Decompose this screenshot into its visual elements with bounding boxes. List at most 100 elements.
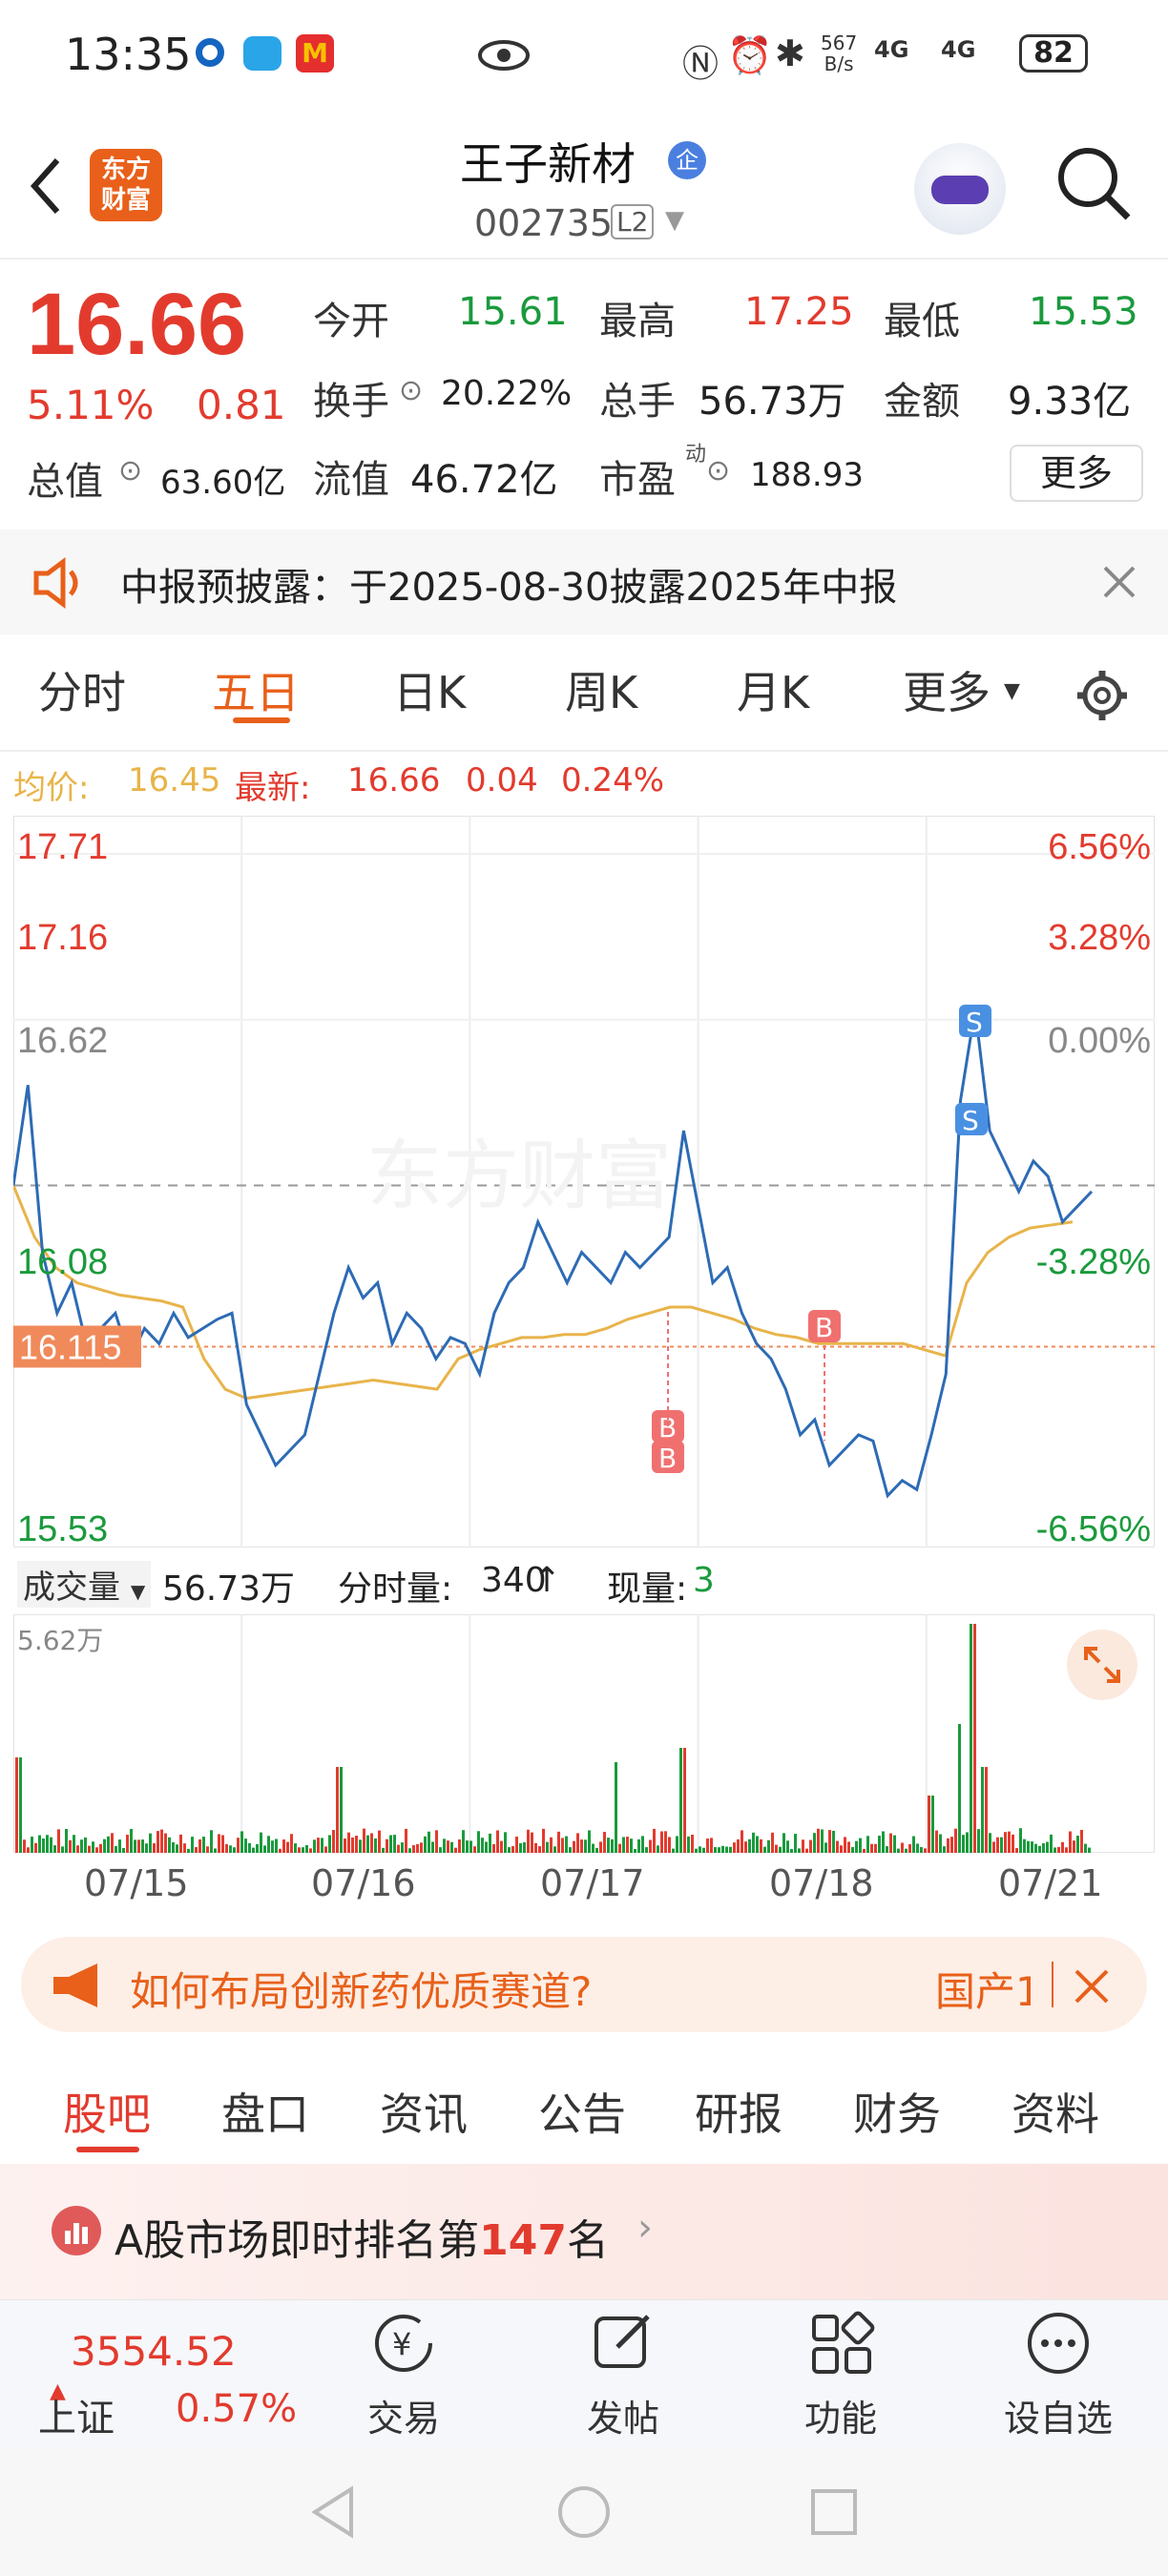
- tab-five-day[interactable]: 五日: [212, 658, 300, 721]
- more-button[interactable]: 更多: [1010, 445, 1143, 502]
- volume-bar: [347, 1832, 350, 1853]
- volume-bar: [19, 1757, 22, 1853]
- volume-bar: [489, 1833, 491, 1853]
- volume-bar: [50, 1837, 52, 1853]
- notice-banner[interactable]: 中报预披露：于2025-08-30披露2025年中报: [0, 530, 1168, 634]
- chevron-down-icon[interactable]: ▼: [665, 206, 684, 235]
- volume-bar: [1023, 1839, 1026, 1853]
- tab-profile[interactable]: 资料: [1012, 2080, 1099, 2143]
- volume-bar: [607, 1838, 610, 1853]
- y-tick-right: -6.56%: [1036, 1509, 1151, 1548]
- search-icon[interactable]: [1055, 145, 1132, 221]
- volume-bar: [760, 1839, 762, 1853]
- volume-bar: [763, 1846, 766, 1853]
- volume-bar: [931, 1796, 934, 1853]
- volume-bar: [355, 1836, 358, 1853]
- volume-bar: [473, 1846, 476, 1853]
- volume-bar: [496, 1830, 499, 1853]
- volume-bar: [336, 1767, 339, 1853]
- volume-bar: [469, 1840, 472, 1853]
- tab-news[interactable]: 资讯: [380, 2080, 468, 2143]
- volume-bar: [943, 1846, 946, 1853]
- volume-bar: [477, 1831, 480, 1853]
- five-day-price-chart[interactable]: 东方财富 SSBBB 17.7117.1616.6216.0815.536.56…: [13, 816, 1155, 1548]
- nfc-icon: Ⓝ: [682, 43, 720, 85]
- tab-daily-k[interactable]: 日K: [393, 658, 466, 721]
- volume-bar: [145, 1843, 148, 1853]
- volume-bar: [15, 1757, 18, 1853]
- nav-functions[interactable]: 功能: [769, 2309, 912, 2441]
- price-line: [13, 1008, 1094, 1499]
- nav-trade[interactable]: ¥ 交易: [332, 2309, 475, 2441]
- tab-finance[interactable]: 财务: [853, 2080, 941, 2143]
- volume-bar: [244, 1839, 247, 1853]
- volume-bar: [889, 1833, 892, 1853]
- volume-bar: [687, 1836, 690, 1853]
- close-icon[interactable]: [1101, 564, 1137, 600]
- volume-bar: [599, 1841, 602, 1853]
- volume-bar: [260, 1832, 262, 1853]
- volume-selector[interactable]: 成交量 ▼: [17, 1561, 152, 1608]
- divider: [0, 258, 1168, 260]
- volume-bar: [863, 1848, 866, 1853]
- volume-bar: [271, 1840, 274, 1853]
- volume-bar: [790, 1848, 793, 1853]
- volume-bar: [34, 1842, 37, 1853]
- volume-chart[interactable]: [13, 1614, 1155, 1853]
- nav-recents-icon[interactable]: [805, 2483, 863, 2541]
- info-icon[interactable]: ⊙: [118, 454, 142, 488]
- index-pct: 0.57%: [176, 2387, 298, 2431]
- volume-bar: [519, 1842, 522, 1853]
- ad-banner[interactable]: 如何布局创新药优质赛道? 国产1: [21, 1937, 1147, 2032]
- robot-assistant-icon[interactable]: [914, 143, 1006, 235]
- amount-label: 金额: [884, 380, 960, 424]
- latest-pct: 0.24%: [561, 761, 665, 800]
- volume-bar: [240, 1831, 243, 1853]
- tab-monthly-k[interactable]: 月K: [737, 658, 809, 721]
- volume-bar: [1015, 1848, 1018, 1853]
- level2-badge[interactable]: L2: [611, 204, 655, 239]
- tab-weekly-k[interactable]: 周K: [565, 658, 637, 721]
- volume-bar: [115, 1846, 117, 1853]
- volume-bar: [657, 1845, 659, 1853]
- volume-bar: [466, 1840, 469, 1853]
- volume-bar: [160, 1829, 163, 1853]
- tab-intraday[interactable]: 分时: [38, 658, 126, 721]
- tab-announcements[interactable]: 公告: [538, 2080, 626, 2143]
- x-label: 07/16: [311, 1862, 416, 1904]
- nav-post[interactable]: 发帖: [552, 2309, 695, 2441]
- tab-research[interactable]: 研报: [695, 2080, 782, 2143]
- volume-bar: [31, 1837, 33, 1853]
- volume-bar: [950, 1837, 953, 1853]
- volume-bar: [294, 1843, 297, 1853]
- info-icon[interactable]: ⊙: [706, 454, 730, 488]
- chat-notification-icon: [243, 36, 282, 71]
- turnover-value: 20.22%: [441, 374, 573, 413]
- volume-bar: [622, 1837, 625, 1853]
- back-icon[interactable]: [27, 153, 65, 219]
- volume-bar: [126, 1835, 129, 1853]
- volume-bar: [962, 1835, 965, 1853]
- volume-bar: [1008, 1831, 1011, 1853]
- volume-bar: [637, 1839, 640, 1853]
- nav-home-icon[interactable]: [555, 2483, 613, 2541]
- volume-bar: [80, 1839, 83, 1853]
- tab-guba[interactable]: 股吧: [63, 2080, 151, 2143]
- tab-pankou[interactable]: 盘口: [221, 2080, 309, 2143]
- volume-bar: [450, 1841, 453, 1853]
- close-icon[interactable]: [1073, 1967, 1111, 2005]
- volume-bar: [363, 1828, 365, 1853]
- volume-bar: [1084, 1843, 1087, 1853]
- ranking-banner[interactable]: A股市场即时排名第147名 ›: [0, 2164, 1168, 2299]
- gear-icon[interactable]: [1074, 668, 1130, 723]
- volume-bar: [966, 1832, 969, 1853]
- volume-bar: [84, 1837, 87, 1853]
- nav-watchlist[interactable]: 设自选: [987, 2309, 1130, 2441]
- volume-bar: [920, 1846, 923, 1853]
- volume-bar: [699, 1846, 701, 1853]
- volume-bar: [401, 1842, 404, 1853]
- nav-back-icon[interactable]: [305, 2483, 363, 2541]
- expand-icon[interactable]: [1067, 1630, 1137, 1700]
- tab-more[interactable]: 更多: [903, 658, 991, 721]
- info-icon[interactable]: ⊙: [399, 374, 423, 407]
